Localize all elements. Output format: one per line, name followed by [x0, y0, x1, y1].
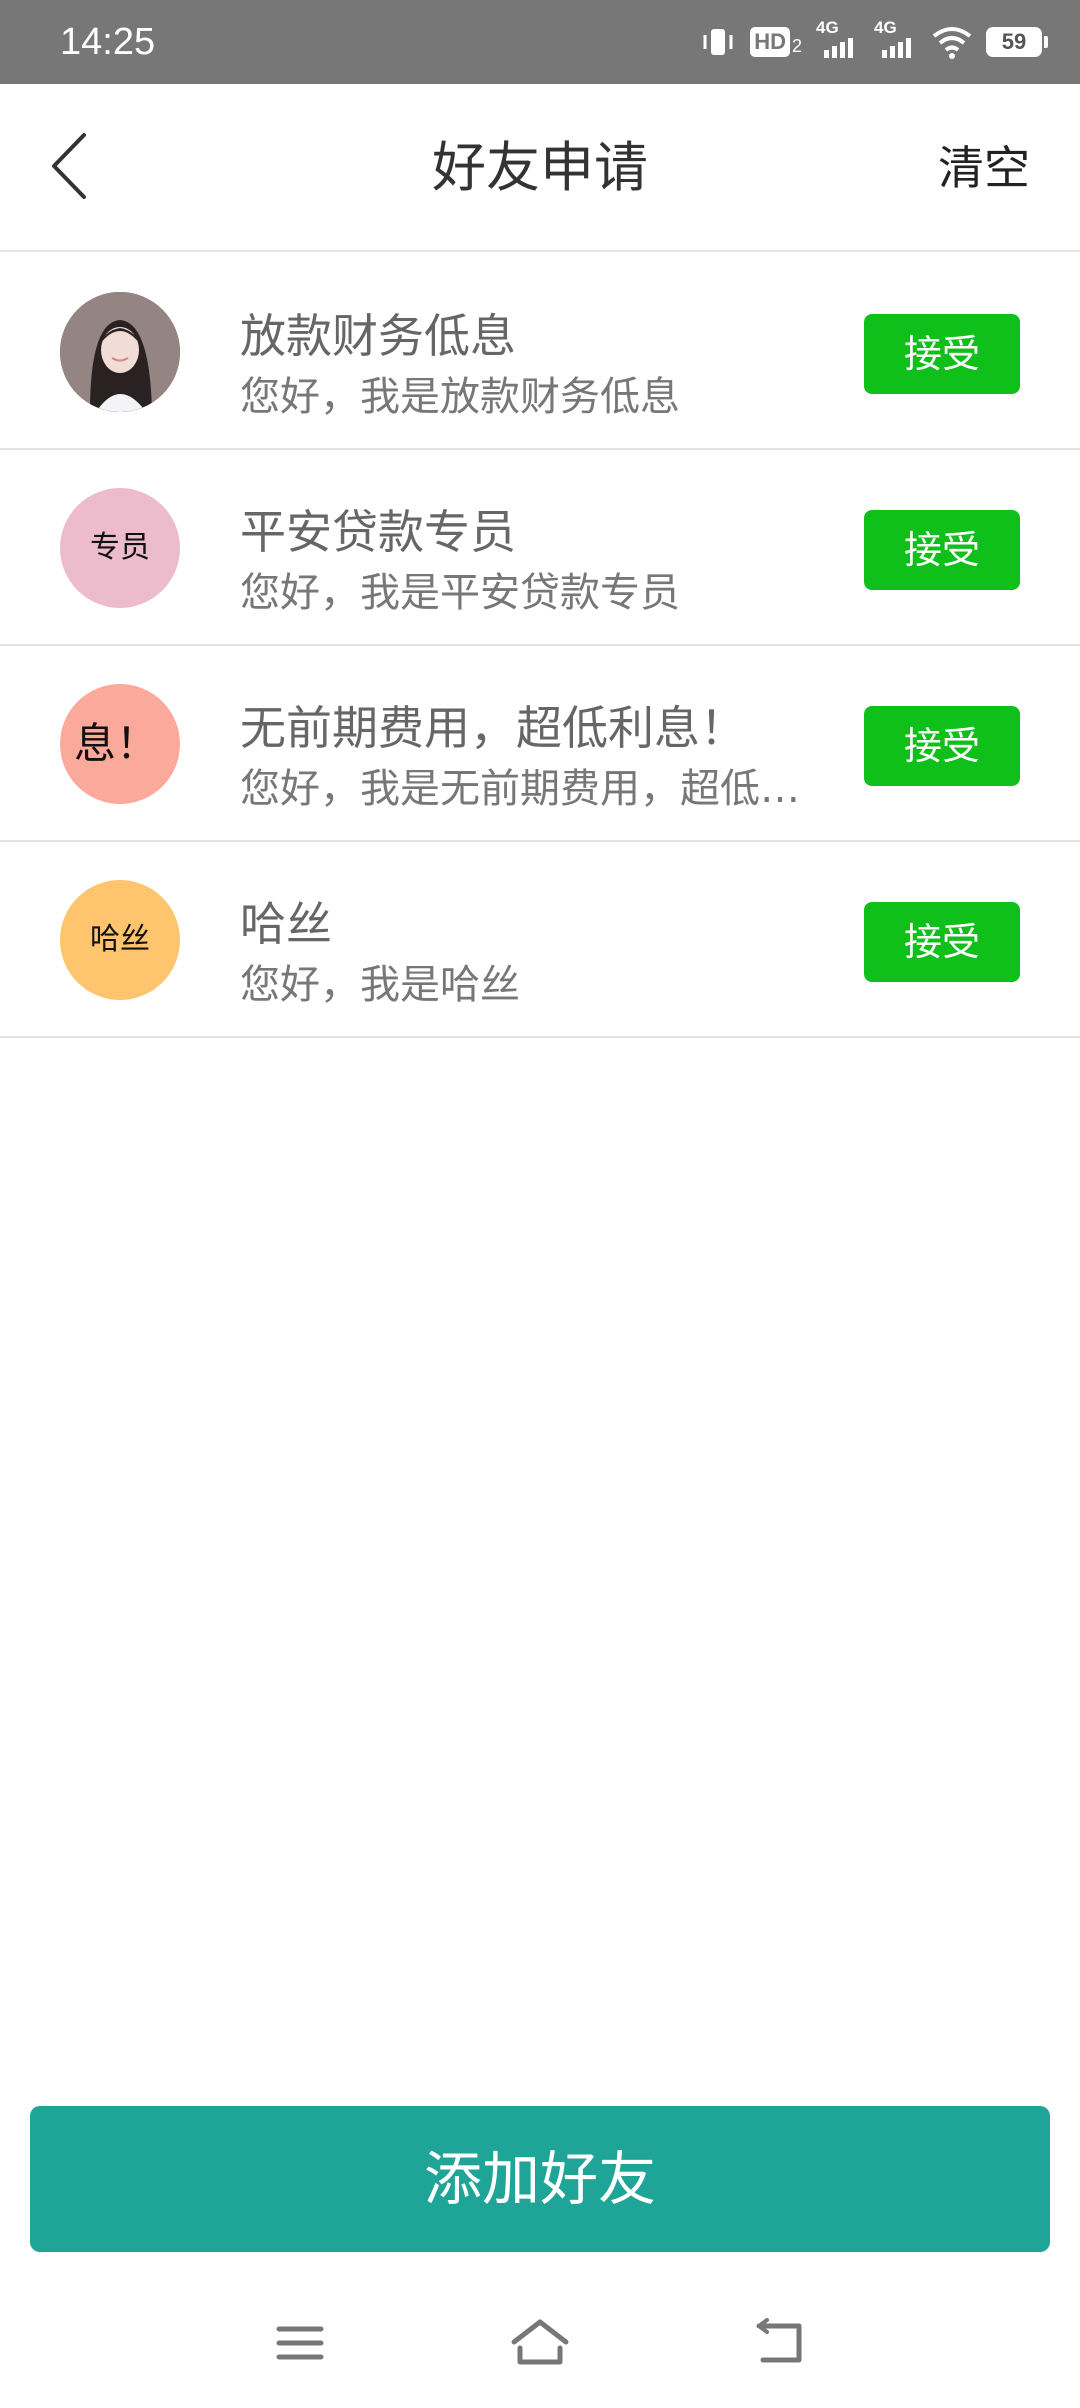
- friend-request-item[interactable]: 哈丝 哈丝 您好，我是哈丝 接受: [0, 842, 1080, 1038]
- request-message: 您好，我是放款财务低息: [240, 374, 680, 420]
- avatar-text: 哈丝: [90, 922, 150, 957]
- add-friend-button[interactable]: 添加好友: [30, 2106, 1050, 2252]
- hd-badge: HD: [750, 27, 790, 57]
- vibrate-icon: [700, 24, 736, 60]
- hd-indicator: HD 2: [750, 27, 802, 57]
- avatar-text: 专员: [90, 530, 150, 565]
- accept-button[interactable]: 接受: [864, 902, 1020, 982]
- back-arrow-icon: [753, 2318, 807, 2372]
- signal-label-sim2: 4G: [874, 18, 897, 37]
- menu-button[interactable]: [260, 2310, 340, 2380]
- hd-sub: 2: [791, 36, 802, 56]
- request-name: 哈丝: [240, 897, 332, 951]
- accept-button[interactable]: 接受: [864, 314, 1020, 394]
- status-icons: HD 2 4G 4G 59: [700, 18, 1048, 64]
- header: 好友申请 清空: [0, 84, 1080, 252]
- request-name: 放款财务低息: [240, 309, 516, 363]
- request-message: 您好，我是哈丝: [240, 962, 520, 1008]
- avatar: 息！: [60, 684, 180, 804]
- avatar: 专员: [60, 488, 180, 608]
- wifi-icon: [932, 24, 972, 60]
- request-name: 平安贷款专员: [240, 505, 516, 559]
- signal-label-sim1: 4G: [816, 18, 839, 37]
- avatar-photo: [60, 292, 180, 412]
- system-nav-bar: [0, 2270, 1080, 2408]
- accept-button[interactable]: 接受: [864, 510, 1020, 590]
- page-title: 好友申请: [432, 136, 648, 199]
- home-button[interactable]: [500, 2310, 580, 2380]
- clear-button[interactable]: 清空: [938, 140, 1030, 196]
- signal-icon-sim2: 4G: [874, 18, 918, 64]
- request-message: 您好，我是无前期费用，超低利息！: [240, 766, 830, 812]
- friend-request-item[interactable]: 专员 平安贷款专员 您好，我是平安贷款专员 接受: [0, 450, 1080, 646]
- accept-button[interactable]: 接受: [864, 706, 1020, 786]
- back-nav-button[interactable]: [740, 2310, 820, 2380]
- status-bar: 14:25 HD 2 4G 4G 59: [0, 0, 1080, 84]
- friend-request-list: 放款财务低息 您好，我是放款财务低息 接受 专员 平安贷款专员 您好，我是平安贷…: [0, 254, 1080, 1038]
- avatar-text: 息！: [74, 719, 159, 768]
- home-icon: [510, 2318, 570, 2372]
- friend-request-item[interactable]: 放款财务低息 您好，我是放款财务低息 接受: [0, 254, 1080, 450]
- avatar: [60, 292, 180, 412]
- request-name: 无前期费用，超低利息！: [240, 701, 746, 755]
- avatar: 哈丝: [60, 880, 180, 1000]
- request-message: 您好，我是平安贷款专员: [240, 570, 680, 616]
- signal-icon-sim1: 4G: [816, 18, 860, 64]
- menu-icon: [275, 2321, 325, 2369]
- battery-icon: 59: [986, 27, 1048, 57]
- status-time: 14:25: [60, 21, 156, 63]
- friend-request-item[interactable]: 息！ 无前期费用，超低利息！ 您好，我是无前期费用，超低利息！ 接受: [0, 646, 1080, 842]
